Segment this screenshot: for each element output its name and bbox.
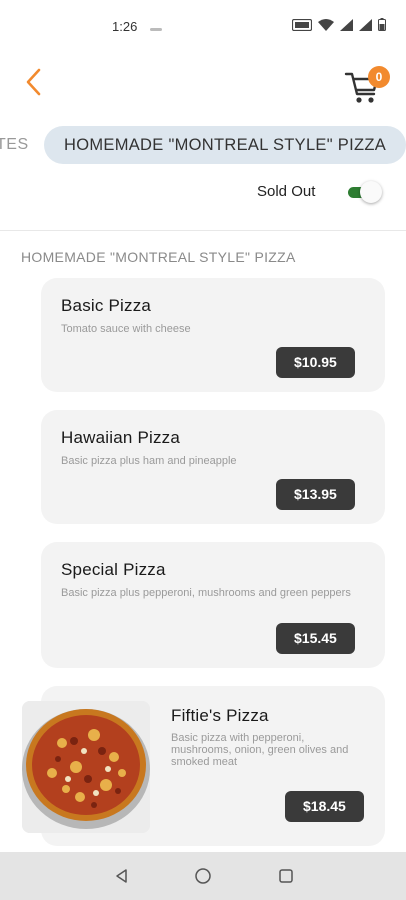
nfc-icon: [291, 18, 313, 36]
status-icons: [291, 18, 386, 36]
signal-icon: [340, 18, 353, 36]
nav-home-icon[interactable]: [193, 866, 213, 886]
back-button[interactable]: [18, 66, 48, 102]
tab-homemade-pizza[interactable]: HOMEMADE "MONTREAL STYLE" PIZZA: [44, 126, 406, 164]
item-description: Basic pizza plus ham and pineapple: [61, 455, 237, 467]
item-name: Fiftie's Pizza: [171, 706, 269, 725]
menu-item-card[interactable]: Hawaiian Pizza Basic pizza plus ham and …: [41, 410, 385, 524]
toggle-knob: [360, 181, 382, 203]
battery-icon: [378, 18, 386, 36]
item-description: Basic pizza with pepperoni, mushrooms, o…: [171, 732, 349, 768]
status-time: 1:26: [112, 19, 138, 34]
system-nav-bar: [0, 852, 406, 900]
signal-icon-2: [359, 18, 372, 36]
nav-recents-icon[interactable]: [276, 866, 296, 886]
price-button[interactable]: $13.95: [276, 479, 355, 510]
pizza-photo: [22, 701, 150, 833]
category-tabs: TES HOMEMADE "MONTREAL STYLE" PIZZA: [0, 124, 406, 166]
notification-dot-icon: [150, 28, 162, 31]
item-name: Special Pizza: [61, 560, 166, 579]
cart-button[interactable]: 0: [344, 64, 392, 108]
nav-back-icon[interactable]: [112, 866, 132, 886]
item-description: Basic pizza plus pepperoni, mushrooms an…: [61, 587, 351, 599]
cart-count-badge: 0: [368, 66, 390, 88]
back-chevron-icon: [24, 67, 42, 102]
price-button[interactable]: $18.45: [285, 791, 364, 822]
divider: [0, 230, 406, 231]
item-description: Tomato sauce with cheese: [61, 323, 191, 335]
price-button[interactable]: $10.95: [276, 347, 355, 378]
tab-previous-category[interactable]: TES: [0, 136, 29, 154]
sold-out-toggle[interactable]: [346, 181, 382, 203]
menu-item-card[interactable]: Basic Pizza Tomato sauce with cheese $10…: [41, 278, 385, 392]
item-name: Basic Pizza: [61, 296, 152, 315]
sold-out-label: Sold Out: [257, 183, 316, 200]
price-button[interactable]: $15.45: [276, 623, 355, 654]
wifi-icon: [318, 18, 334, 36]
section-title: HOMEMADE "MONTREAL STYLE" PIZZA: [21, 249, 296, 265]
item-name: Hawaiian Pizza: [61, 428, 181, 447]
status-bar: 1:26: [0, 0, 406, 56]
menu-item-card[interactable]: Special Pizza Basic pizza plus pepperoni…: [41, 542, 385, 668]
